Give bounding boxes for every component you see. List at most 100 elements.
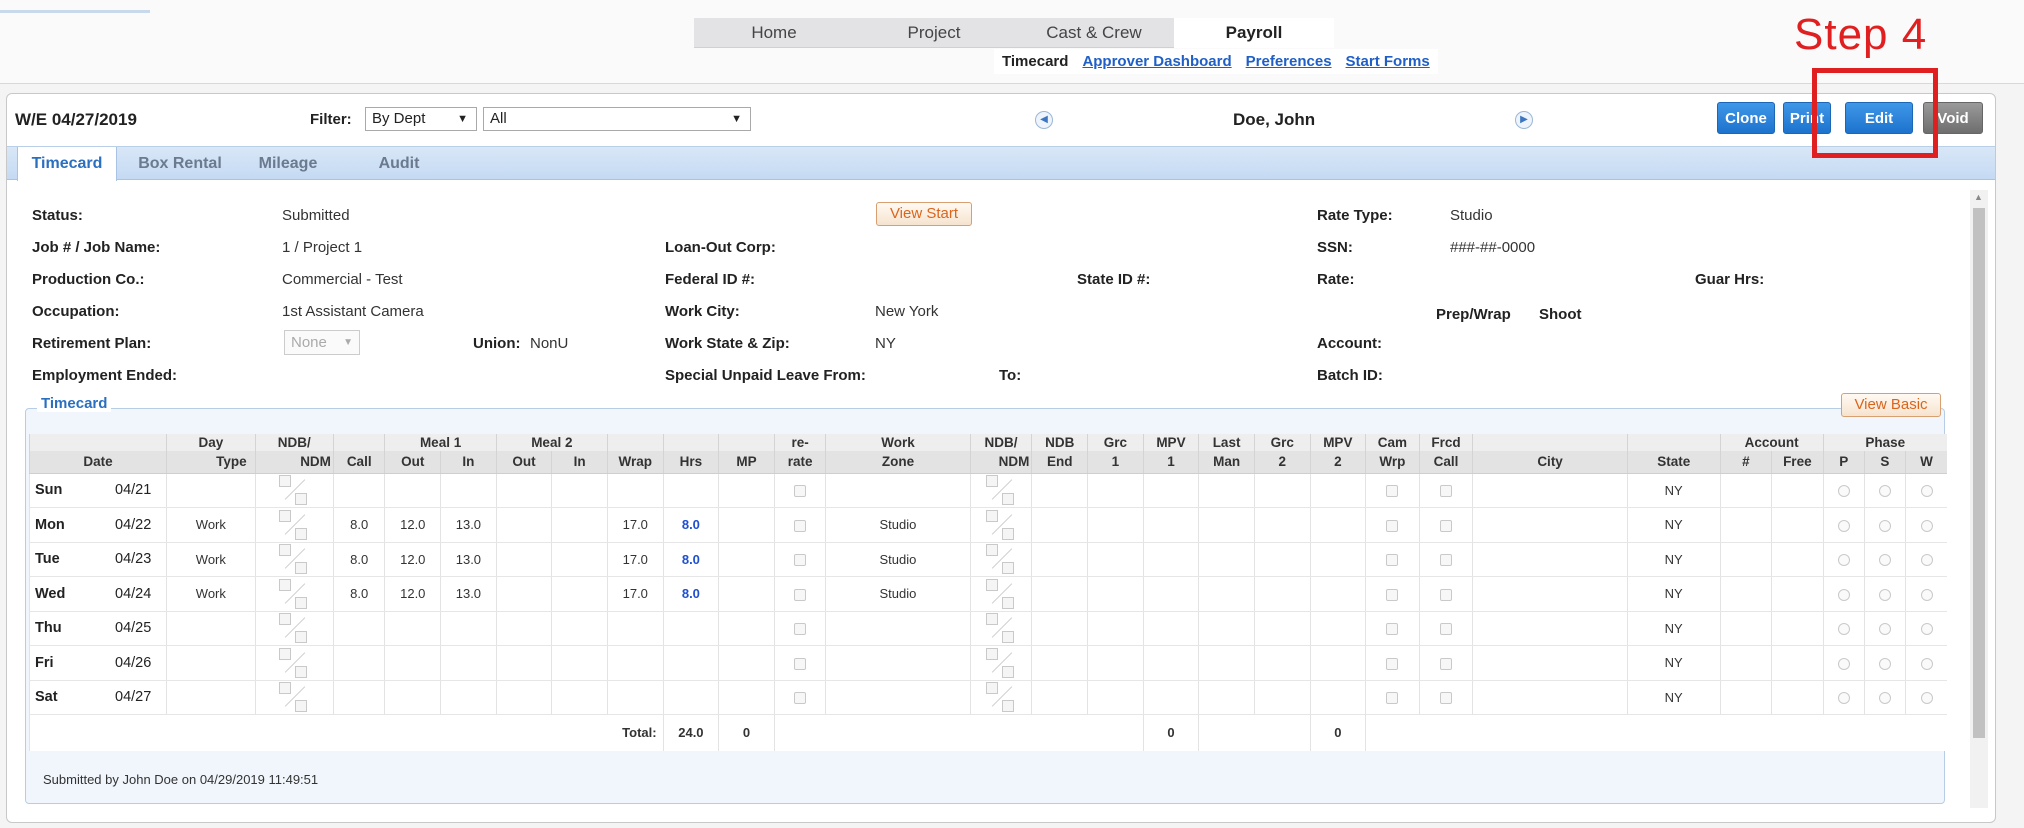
phase-p-radio[interactable] — [1837, 657, 1850, 670]
meal1-out-cell[interactable] — [384, 473, 441, 508]
rerate-cell[interactable] — [773, 611, 826, 646]
ndb-ndm-cell[interactable] — [254, 473, 334, 508]
cam-wrp-checkbox[interactable] — [1386, 554, 1399, 567]
account-free-cell[interactable] — [1771, 507, 1824, 543]
clone-button[interactable]: Clone — [1717, 102, 1775, 134]
phase-s-cell[interactable] — [1863, 680, 1906, 715]
mpv2-cell[interactable] — [1309, 576, 1366, 612]
phase-w-cell[interactable] — [1905, 576, 1947, 612]
view-basic-button[interactable]: View Basic — [1841, 393, 1941, 417]
phase-w-radio[interactable] — [1920, 657, 1933, 670]
last-man-cell[interactable] — [1198, 542, 1255, 577]
meal2-in-cell[interactable] — [551, 680, 608, 715]
day-type-cell[interactable] — [166, 680, 256, 715]
state-cell[interactable]: NY — [1626, 645, 1721, 681]
mpv1-cell[interactable] — [1142, 611, 1199, 646]
cam-wrp-checkbox[interactable] — [1386, 657, 1399, 670]
wrap-cell[interactable] — [606, 611, 664, 646]
phase-s-cell[interactable] — [1863, 542, 1906, 577]
ndb-ndm-checkbox[interactable] — [279, 647, 309, 678]
meal2-in-cell[interactable] — [551, 611, 608, 646]
state-cell[interactable]: NY — [1626, 542, 1721, 577]
rerate-checkbox[interactable] — [794, 485, 807, 498]
city-cell[interactable] — [1472, 611, 1628, 646]
cam-wrp-cell[interactable] — [1365, 507, 1420, 543]
frcd-call-checkbox[interactable] — [1440, 657, 1452, 670]
phase-p-cell[interactable] — [1822, 507, 1865, 543]
mpv2-cell[interactable] — [1309, 507, 1366, 543]
phase-s-cell[interactable] — [1863, 611, 1906, 646]
day-type-cell[interactable] — [166, 611, 256, 646]
subtab-audit[interactable]: Audit — [359, 147, 439, 180]
city-cell[interactable] — [1472, 473, 1628, 508]
subnav-approver-dashboard[interactable]: Approver Dashboard — [1082, 53, 1231, 70]
account-free-cell[interactable] — [1771, 680, 1824, 715]
meal2-in-cell[interactable] — [551, 645, 608, 681]
meal1-out-cell[interactable]: 12.0 — [384, 542, 441, 577]
phase-s-radio[interactable] — [1878, 657, 1891, 670]
phase-s-cell[interactable] — [1863, 576, 1906, 612]
work-zone-cell[interactable] — [825, 680, 971, 715]
tab-payroll[interactable]: Payroll — [1174, 18, 1334, 48]
day-type-cell[interactable] — [166, 473, 256, 508]
frcd-call-cell[interactable] — [1418, 576, 1473, 612]
ndb-end-cell[interactable] — [1031, 542, 1088, 577]
mpv2-cell[interactable] — [1309, 473, 1366, 508]
meal2-in-cell[interactable] — [551, 507, 608, 543]
phase-w-radio[interactable] — [1920, 554, 1933, 567]
last-man-cell[interactable] — [1198, 507, 1255, 543]
account-free-cell[interactable] — [1771, 542, 1824, 577]
last-man-cell[interactable] — [1198, 645, 1255, 681]
rerate-checkbox[interactable] — [794, 657, 807, 670]
ndb-ndm2-checkbox[interactable] — [985, 682, 1016, 713]
cam-wrp-checkbox[interactable] — [1386, 692, 1399, 705]
grc2-cell[interactable] — [1253, 645, 1311, 681]
mpv2-cell[interactable] — [1309, 611, 1366, 646]
wrap-cell[interactable]: 17.0 — [606, 507, 664, 543]
ndb-ndm-checkbox[interactable] — [279, 544, 309, 575]
ndb-ndm2-checkbox[interactable] — [985, 613, 1016, 644]
ndb-ndm-cell[interactable] — [254, 507, 334, 543]
wrap-cell[interactable]: 17.0 — [606, 576, 664, 612]
grc2-cell[interactable] — [1253, 542, 1311, 577]
day-type-cell[interactable]: Work — [166, 507, 256, 543]
scroll-up-icon[interactable]: ▲ — [1974, 192, 1983, 202]
call-cell[interactable] — [332, 611, 385, 646]
cam-wrp-cell[interactable] — [1365, 645, 1420, 681]
account-num-cell[interactable] — [1719, 645, 1772, 681]
account-num-cell[interactable] — [1719, 507, 1772, 543]
ndb-ndm2-checkbox[interactable] — [985, 647, 1016, 678]
call-cell[interactable] — [332, 680, 385, 715]
meal1-in-cell[interactable]: 13.0 — [440, 576, 497, 612]
mpv1-cell[interactable] — [1142, 473, 1199, 508]
state-cell[interactable]: NY — [1626, 576, 1721, 612]
tab-home[interactable]: Home — [694, 18, 854, 48]
meal2-in-cell[interactable] — [551, 473, 608, 508]
grc2-cell[interactable] — [1253, 680, 1311, 715]
city-cell[interactable] — [1472, 576, 1628, 612]
rerate-cell[interactable] — [773, 680, 826, 715]
work-zone-cell[interactable] — [825, 473, 971, 508]
grc2-cell[interactable] — [1253, 611, 1311, 646]
next-employee-icon[interactable]: ▶ — [1515, 111, 1533, 129]
frcd-call-checkbox[interactable] — [1440, 519, 1452, 532]
ndb-ndm2-cell[interactable] — [969, 473, 1032, 508]
grc1-cell[interactable] — [1087, 507, 1144, 543]
meal1-in-cell[interactable] — [440, 473, 497, 508]
meal2-out-cell[interactable] — [495, 680, 552, 715]
subtab-box-rental[interactable]: Box Rental — [125, 147, 235, 180]
phase-s-radio[interactable] — [1878, 554, 1891, 567]
previous-employee-icon[interactable]: ◀ — [1035, 111, 1053, 129]
phase-w-radio[interactable] — [1920, 485, 1933, 498]
meal1-in-cell[interactable]: 13.0 — [440, 507, 497, 543]
phase-w-radio[interactable] — [1920, 588, 1933, 601]
scrollbar-thumb[interactable] — [1973, 208, 1985, 738]
rerate-cell[interactable] — [773, 645, 826, 681]
ndb-ndm2-checkbox[interactable] — [985, 578, 1016, 609]
rerate-checkbox[interactable] — [794, 623, 807, 636]
grc1-cell[interactable] — [1087, 542, 1144, 577]
grc1-cell[interactable] — [1087, 680, 1144, 715]
call-cell[interactable]: 8.0 — [332, 542, 385, 577]
phase-p-radio[interactable] — [1837, 588, 1850, 601]
day-type-cell[interactable] — [166, 645, 256, 681]
